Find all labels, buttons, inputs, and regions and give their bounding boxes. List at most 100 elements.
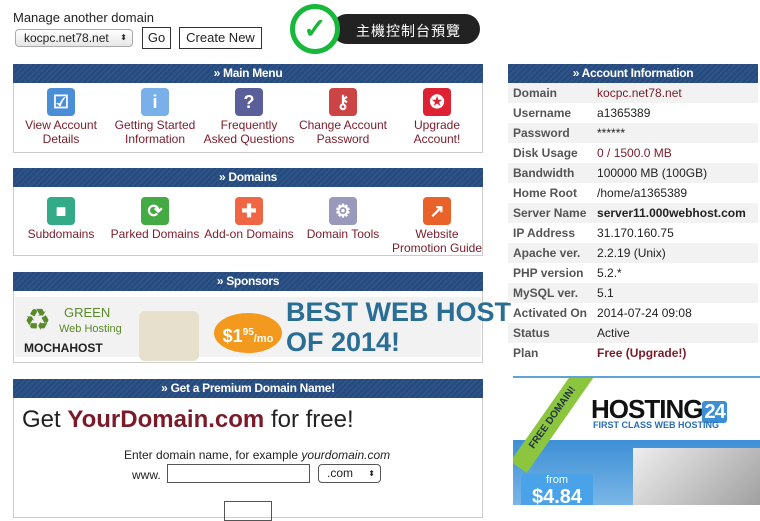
account-row: Apache ver. 2.2.19 (Unix)	[508, 243, 758, 263]
account-row: Status Active	[508, 323, 758, 343]
submit-button[interactable]	[224, 501, 272, 521]
account-key: Username	[513, 106, 572, 120]
hosting-tagline: FIRST CLASS WEB HOSTING	[593, 420, 719, 430]
preview-badge-text: 主機控制台預覽	[356, 23, 461, 39]
account-info-table: Domain kocpc.net78.net Username a1365389 Pas…	[508, 83, 758, 363]
account-key: Plan	[513, 346, 539, 360]
item-label-2: Information	[124, 132, 186, 146]
account-key: Activated On	[513, 306, 588, 320]
from-text: from	[546, 474, 568, 486]
account-info-header: » Account Information	[508, 64, 758, 83]
building-image	[633, 448, 760, 505]
hosting-price: $4.84	[531, 486, 583, 505]
tld-value: .com	[327, 466, 354, 480]
menu-item[interactable]: ✚ Add-on Domains	[202, 197, 296, 241]
item-label-2: Details	[42, 132, 80, 146]
account-row: Home Root/home/a1365389	[508, 183, 758, 203]
select-arrows-icon: ⬍	[120, 33, 127, 42]
account-key: Server Name	[508, 203, 593, 223]
account-value: 5.1	[592, 283, 758, 303]
go-button[interactable]: Go	[142, 27, 171, 49]
item-label-1: Website	[415, 227, 459, 241]
menu-item[interactable]: ⟳ Parked Domains	[108, 197, 202, 241]
www-label: www.	[132, 468, 161, 482]
recycle-icon: ♻	[24, 304, 51, 337]
menu-item[interactable]: ⚙ Domain Tools	[296, 197, 390, 241]
domains-panel: » Domains ■ Subdomains ⟳ Parked Domains ✚ Add…	[13, 168, 483, 256]
hint-example: yourdomain.com	[301, 448, 391, 462]
hosting24-ad[interactable]: FREE DOMAIN! HOSTING 24 FIRST CLASS WEB H…	[513, 376, 760, 505]
info-icon: i	[141, 88, 169, 116]
account-value: a1365389	[597, 106, 651, 120]
item-label-2: Promotion Guide	[391, 241, 483, 255]
premium-header: » Get a Premium Domain Name!	[13, 379, 483, 398]
item-label-1: Frequently	[220, 118, 278, 132]
account-row: Plan Free (Upgrade!)	[508, 343, 758, 363]
menu-item[interactable]: ☑ View Account Details	[14, 88, 108, 146]
menu-item[interactable]: ? Frequently Asked Questions	[202, 88, 296, 146]
account-key: Status	[508, 323, 593, 343]
select-arrows-icon: ⬍	[368, 469, 375, 478]
account-row: Username a1365389	[508, 103, 758, 123]
ad-web-hosting: Web Hosting	[59, 323, 122, 335]
account-value: Active	[592, 323, 758, 343]
molecule-icon: ✚	[235, 197, 263, 225]
account-value: 0 / 1500.0 MB	[597, 146, 672, 160]
account-row: Password ******	[508, 123, 758, 143]
create-new-button[interactable]: Create New	[179, 27, 262, 49]
gears-icon: ⚙	[329, 197, 357, 225]
ad-green: GREEN	[64, 305, 111, 320]
item-label-2: Subdomains	[27, 227, 95, 241]
domain-name-input[interactable]	[167, 464, 310, 483]
account-value: 2.2.19 (Unix)	[592, 243, 758, 263]
arrows-icon: ⟳	[141, 197, 169, 225]
account-row: Server Name server11.000webhost.com	[508, 203, 758, 223]
account-value: server11.000webhost.com	[592, 203, 758, 223]
ad-cents: 95	[242, 327, 254, 338]
account-value: 5.2.*	[597, 266, 622, 280]
item-label-2: Add-on Domains	[204, 227, 294, 241]
main-menu-panel: » Main Menu ☑ View Account Details i Getting…	[13, 64, 483, 153]
account-key: MySQL ver.	[508, 283, 593, 303]
menu-item[interactable]: ✪ Upgrade Account!	[390, 88, 484, 146]
price-bubble: $195/mo	[214, 313, 282, 353]
account-row: PHP version 5.2.*	[508, 263, 758, 283]
ad-line1: BEST WEB HOST	[286, 297, 512, 327]
preview-badge: ✓ 主機控制台預覽	[290, 4, 480, 54]
menu-item[interactable]: ⚷ Change Account Password	[296, 88, 390, 146]
account-value[interactable]: kocpc.net78.net	[592, 83, 758, 103]
account-key: IP Address	[513, 226, 576, 240]
account-value: ******	[592, 123, 758, 143]
account-row: Bandwidth 100000 MB (100GB)	[508, 163, 758, 183]
account-value: 31.170.160.75	[597, 226, 674, 240]
domains-header: » Domains	[13, 168, 483, 187]
cubes-icon: ■	[47, 197, 75, 225]
account-key: Password	[508, 123, 593, 143]
account-key: Disk Usage	[513, 146, 578, 160]
sponsor-ad-banner[interactable]: ♻ GREEN Web Hosting MOCHAHOST $195/mo BE…	[13, 291, 511, 363]
item-label-2: Password	[316, 132, 370, 146]
account-value: 2014-07-24 09:08	[597, 306, 692, 320]
item-label-2: Parked Domains	[110, 227, 200, 241]
account-row: IP Address 31.170.160.75	[508, 223, 758, 243]
account-row: MySQL ver. 5.1	[508, 283, 758, 303]
mascot-image	[139, 311, 199, 361]
main-menu-header: » Main Menu	[13, 64, 483, 83]
your-domain-text: YourDomain.com	[67, 406, 265, 433]
check-icon: ✓	[290, 4, 340, 54]
item-label-1: View Account	[25, 118, 97, 132]
ad-brand: MOCHAHOST	[24, 341, 103, 355]
account-value: 100000 MB (100GB)	[592, 163, 758, 183]
menu-item[interactable]: i Getting Started Information	[108, 88, 202, 146]
arrow-circle-icon: ↗	[423, 197, 451, 225]
account-row: Disk Usage 0 / 1500.0 MB	[508, 143, 758, 163]
tld-select[interactable]: .com ⬍	[318, 464, 381, 483]
domain-select[interactable]: kocpc.net78.net ⬍	[15, 29, 133, 47]
price-box: from $4.84	[521, 474, 593, 505]
account-value[interactable]: Free (Upgrade!)	[592, 343, 758, 363]
account-row: Activated On 2014-07-24 09:08	[508, 303, 758, 323]
item-label-1: Change Account	[298, 118, 388, 132]
item-label-2: Asked Questions	[203, 132, 295, 146]
menu-item[interactable]: ■ Subdomains	[14, 197, 108, 241]
menu-item[interactable]: ↗ Website Promotion Guide	[390, 197, 484, 255]
